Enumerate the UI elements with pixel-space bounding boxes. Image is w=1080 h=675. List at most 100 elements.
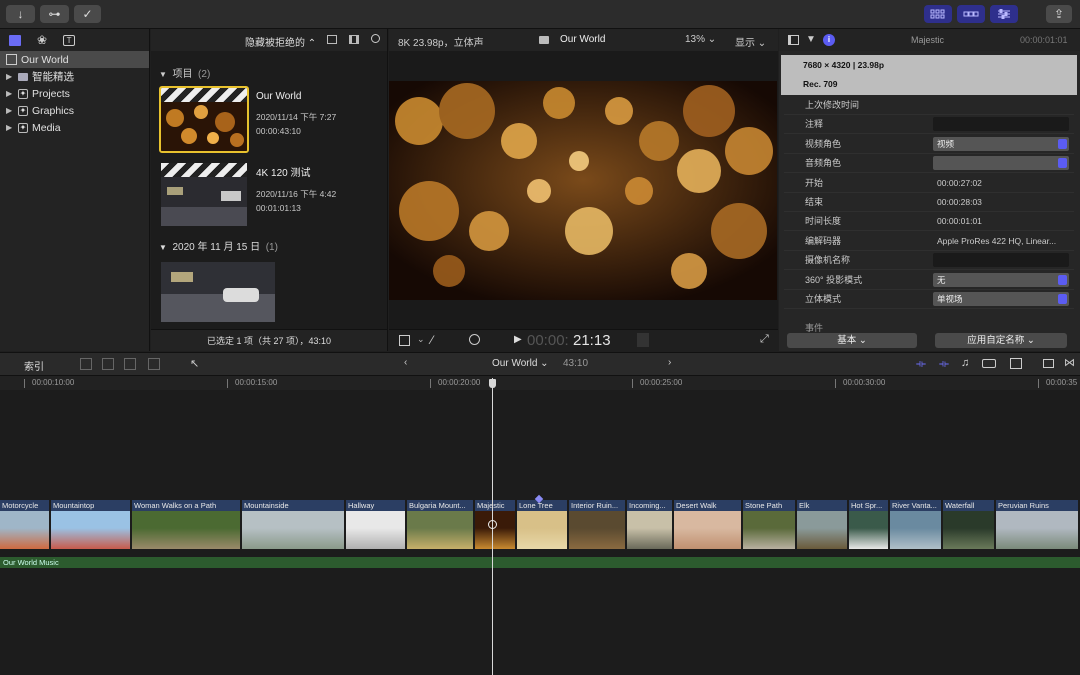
insert-clip-icon[interactable]	[102, 358, 114, 370]
speed-icon[interactable]	[469, 334, 480, 345]
background-tasks-button[interactable]: ✓	[74, 5, 101, 23]
music-track[interactable]: Our World Music	[0, 557, 1080, 568]
forward-arrow-icon[interactable]: ›	[668, 357, 671, 368]
clip-thumbnail-street[interactable]	[161, 262, 275, 322]
disclosure-icon[interactable]: ▶	[6, 89, 14, 98]
metadata-value: 00:00:01:01	[937, 216, 982, 227]
timeline-clip[interactable]: Desert Walk	[674, 500, 742, 549]
audio-skimming-icon[interactable]: ⟛	[939, 358, 949, 371]
viewer-frame-lanterns	[389, 81, 777, 300]
magic-wand-icon[interactable]: ⁄	[431, 333, 433, 347]
timeline-clip[interactable]: Interior Ruin...	[569, 500, 626, 549]
timeline-clip[interactable]: Hallway	[346, 500, 406, 549]
viewer-format: 8K 23.98p，立体声	[398, 38, 484, 49]
timeline-clip[interactable]: Elk	[797, 500, 848, 549]
timeline-clip[interactable]: Bulgaria Mount...	[407, 500, 474, 549]
metadata-popup[interactable]: 单视场	[933, 292, 1069, 306]
film-icon[interactable]	[788, 35, 799, 45]
clip-appearance-icon[interactable]	[327, 35, 337, 44]
connect-clip-icon[interactable]	[80, 358, 92, 370]
metadata-popup[interactable]	[933, 156, 1069, 171]
metadata-popup[interactable]: 无	[933, 272, 1069, 287]
timeline-clip[interactable]: Mountainside	[242, 500, 345, 549]
overwrite-clip-icon[interactable]	[148, 358, 160, 370]
metadata-label: 结束	[805, 197, 824, 207]
project-item-4k-test[interactable]	[161, 163, 247, 226]
disclosure-icon[interactable]: ▶	[6, 123, 14, 132]
metadata-row: 立体模式 单视场	[784, 290, 1074, 309]
timeline-clip[interactable]: Hot Spr...	[849, 500, 889, 549]
back-arrow-icon[interactable]: ‹	[404, 357, 407, 368]
timeline-clip[interactable]: Stone Path	[743, 500, 796, 549]
import-button[interactable]: ↓	[6, 5, 35, 23]
browser-toggle-button[interactable]	[924, 5, 952, 23]
append-clip-icon[interactable]	[124, 358, 136, 370]
metadata-popup[interactable]: 视频	[933, 136, 1069, 151]
metadata-value: Apple ProRes 422 HQ, Linear...	[937, 235, 1057, 246]
resolution-info: 7680 × 4320 | 23.98p	[803, 60, 885, 70]
inspector-toggle-button[interactable]	[990, 5, 1018, 23]
timecode-display[interactable]: 21:13	[573, 332, 611, 349]
share-button[interactable]: ⇪	[1046, 5, 1072, 23]
timeline-clip[interactable]: River Vanta...	[890, 500, 942, 549]
disclosure-icon[interactable]: ▶	[6, 72, 14, 81]
zoom-popup[interactable]: 13% ⌄	[685, 34, 716, 45]
timeline-clip[interactable]: Waterfall	[943, 500, 995, 549]
library-item-our-world[interactable]: Our World	[0, 51, 149, 68]
photos-audio-icon[interactable]: ❀	[37, 33, 47, 47]
fullscreen-icon[interactable]: ⤢	[760, 333, 769, 346]
info-icon[interactable]: i	[823, 34, 835, 46]
ruler-label: 00:00:20:00	[438, 378, 481, 387]
search-icon[interactable]	[371, 34, 380, 43]
display-popup[interactable]: 显示 ⌄	[735, 34, 766, 49]
event-star-icon: ✦	[18, 122, 28, 133]
playhead-handle[interactable]	[489, 379, 496, 388]
snapping-icon[interactable]	[1010, 358, 1022, 369]
library-item-media[interactable]: ▶ ✦ Media	[0, 119, 149, 136]
project-item-our-world[interactable]	[159, 86, 249, 153]
metadata-value[interactable]	[933, 253, 1069, 268]
timeline-clip-thumbnail	[890, 511, 941, 549]
project-popup[interactable]: Our World ⌄	[492, 358, 549, 369]
apply-custom-name-button[interactable]: 应用自定名称 ⌄	[935, 333, 1067, 348]
timeline-clip[interactable]: Motorcycle	[0, 500, 50, 549]
headphones-icon[interactable]: ♫	[961, 357, 969, 369]
filter-icon[interactable]: ▼	[806, 34, 816, 45]
browser-header: 隐藏被拒绝的 ⌃	[151, 29, 387, 51]
chevron-down-icon[interactable]: ⌄	[417, 334, 425, 345]
transform-icon[interactable]	[399, 335, 410, 346]
timeline-toggle-button[interactable]	[957, 5, 985, 23]
skimming-icon[interactable]: ⟛	[916, 358, 926, 371]
filter-popup[interactable]: 隐藏被拒绝的 ⌃	[245, 34, 316, 49]
library-item-smart-collections[interactable]: ▶ 智能精选	[0, 68, 149, 85]
clapper-icon[interactable]	[9, 34, 21, 46]
timeline-clip-thumbnail	[51, 511, 130, 549]
library-item-projects[interactable]: ▶ ✦ Projects	[0, 85, 149, 102]
film-strip-icon[interactable]	[349, 35, 359, 44]
colorspace-info: Rec. 709	[803, 79, 838, 89]
select-tool-icon[interactable]: ↖	[190, 357, 199, 370]
event-star-icon: ✦	[18, 105, 28, 116]
timeline-clip[interactable]: Woman Walks on a Path	[132, 500, 241, 549]
clip-appearance-icon[interactable]	[1043, 359, 1054, 368]
library-item-graphics[interactable]: ▶ ✦ Graphics	[0, 102, 149, 119]
timeline-clip[interactable]: Peruvian Ruins	[996, 500, 1079, 549]
timeline-clip-title: Woman Walks on a Path	[134, 501, 217, 510]
timeline-clip-thumbnail	[943, 511, 994, 549]
timeline-clip[interactable]: Incoming...	[627, 500, 673, 549]
viewer-controls: ⌄ ⁄ ▶ 00:00: 21:13 ⤢	[389, 329, 778, 351]
section-header-date[interactable]: ▼ 2020 年 11 月 15 日 (1)	[159, 238, 278, 253]
disclosure-icon[interactable]: ▶	[6, 106, 14, 115]
effects-browser-icon[interactable]: ⋈	[1064, 356, 1075, 369]
keyword-button[interactable]: ⊶	[40, 5, 69, 23]
titles-icon[interactable]: T	[63, 34, 76, 46]
clapper-graphic	[161, 163, 247, 177]
metadata-view-popup[interactable]: 基本 ⌄	[787, 333, 917, 348]
play-icon[interactable]: ▶	[514, 334, 522, 345]
section-header-projects[interactable]: ▼ 项目 (2)	[159, 65, 210, 80]
index-button[interactable]: 索引	[24, 358, 44, 373]
timeline-clip[interactable]: Mountaintop	[51, 500, 131, 549]
metadata-value[interactable]	[933, 117, 1069, 132]
solo-icon[interactable]	[982, 359, 996, 368]
timeline-clip[interactable]: Lone Tree	[517, 500, 568, 549]
